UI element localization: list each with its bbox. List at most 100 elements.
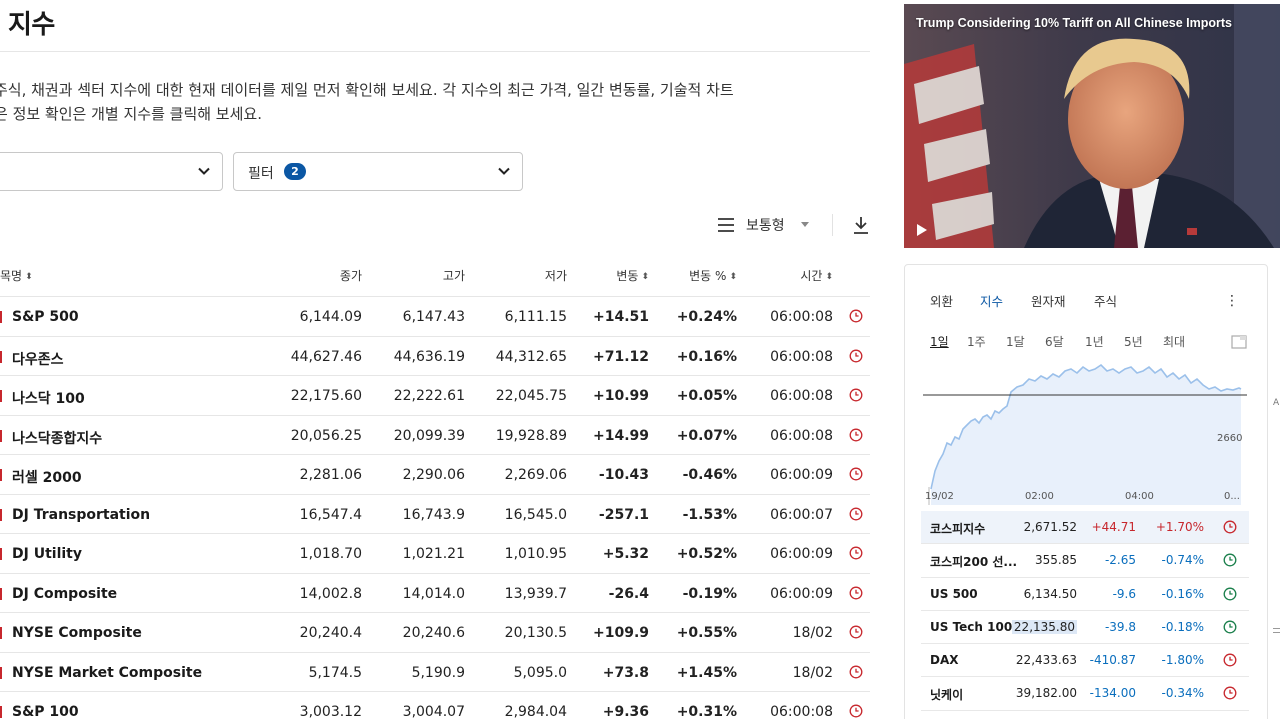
tab-forex[interactable]: 외환 (930, 291, 953, 310)
market-flag-marker (0, 390, 2, 402)
tab-indices[interactable]: 지수 (980, 291, 1003, 310)
edge-label: A (1273, 398, 1280, 408)
widget-index-name[interactable]: 코스피지수 (930, 520, 985, 537)
caret-down-icon (801, 222, 809, 227)
table-row[interactable]: S&P 100 3,003.12 3,004.07 2,984.04 +9.36 +0.3… (0, 692, 870, 719)
tab-stocks[interactable]: 주식 (1094, 291, 1117, 310)
widget-index-value: 355.85 (1035, 553, 1077, 568)
low-value: 44,312.65 (495, 348, 567, 365)
video-title[interactable]: Trump Considering 10% Tariff on All Chin… (916, 16, 1232, 30)
play-icon[interactable] (916, 223, 928, 237)
widget-index-row[interactable]: 코스피지수 2,671.52 +44.71 +1.70% (921, 511, 1249, 545)
low-value: 2,269.06 (504, 467, 567, 483)
widget-index-row[interactable]: US Tech 100 22,135.80 -39.8 -0.18% (921, 611, 1249, 645)
clock-icon (849, 388, 863, 402)
clock-icon (849, 546, 863, 560)
table-row[interactable]: 나스닥종합지수 20,056.25 20,099.39 19,928.89 +14.99… (0, 416, 870, 455)
high-value: 2,290.06 (402, 467, 465, 483)
close-value: 16,547.4 (299, 506, 362, 523)
more-options-icon[interactable]: ⋮ (1225, 293, 1239, 309)
index-name[interactable]: NYSE Market Composite (12, 665, 202, 681)
low-value: 20,130.5 (504, 625, 567, 641)
low-value: 5,095.0 (513, 664, 567, 681)
change-value: +71.12 (592, 348, 649, 365)
clock-icon (1223, 620, 1237, 634)
index-name[interactable]: 다우존스 (12, 349, 64, 369)
index-name[interactable]: S&P 100 (12, 704, 79, 719)
index-name[interactable]: DJ Composite (12, 586, 117, 602)
widget-index-row[interactable]: 닛케이 39,182.00 -134.00 -0.34% (921, 677, 1249, 711)
range-max[interactable]: 최대 (1163, 333, 1185, 350)
widget-index-row[interactable]: DAX 22,433.63 -410.87 -1.80% (921, 644, 1249, 678)
category-dropdown[interactable] (0, 152, 223, 191)
table-row[interactable]: DJ Composite 14,002.8 14,014.0 13,939.7 -26.… (0, 574, 870, 613)
range-1d[interactable]: 1일 (930, 333, 949, 350)
market-flag-marker (0, 548, 2, 560)
high-value: 5,190.9 (411, 664, 465, 681)
close-value: 14,002.8 (299, 585, 362, 602)
change-value: +109.9 (592, 625, 649, 641)
table-row[interactable]: NYSE Composite 20,240.4 20,240.6 20,130.5 +1… (0, 613, 870, 653)
index-name[interactable]: DJ Utility (12, 546, 82, 562)
time-value: 06:00:09 (770, 467, 833, 483)
high-value: 1,021.21 (402, 546, 465, 562)
video-player[interactable]: Trump Considering 10% Tariff on All Chin… (904, 4, 1280, 248)
index-name[interactable]: DJ Transportation (12, 507, 150, 523)
range-1w[interactable]: 1주 (967, 333, 986, 350)
range-6m[interactable]: 6달 (1045, 333, 1064, 350)
time-value: 06:00:08 (770, 309, 833, 325)
expand-chart-icon[interactable] (1231, 335, 1247, 349)
widget-index-name[interactable]: DAX (930, 653, 959, 667)
change-value: +5.32 (602, 546, 649, 562)
change-pct-value: -0.46% (682, 467, 737, 483)
scroll-handle-icon[interactable] (1273, 628, 1280, 633)
filter-dropdown[interactable]: 필터 2 (233, 152, 523, 191)
table-row[interactable]: 나스닥 100 22,175.60 22,222.61 22,045.75 +10.99… (0, 376, 870, 416)
header-high: 고가 (442, 269, 465, 283)
range-5y[interactable]: 5년 (1124, 333, 1143, 350)
view-mode-selector[interactable]: 보통형 (717, 214, 813, 236)
widget-index-name[interactable]: US 500 (930, 587, 978, 601)
tab-commodities[interactable]: 원자재 (1031, 291, 1066, 310)
widget-index-row[interactable]: US 500 6,134.50 -9.6 -0.16% (921, 578, 1249, 611)
close-value: 5,174.5 (308, 664, 362, 681)
indices-table: 목명 ⬍ 종가 고가 저가 변동 ⬍ 변동 % ⬍ 시간 ⬍ S&P 500 6,144.… (0, 254, 870, 719)
table-row[interactable]: 다우존스 44,627.46 44,636.19 44,312.65 +71.12 +0.… (0, 337, 870, 376)
clock-icon (1223, 587, 1237, 601)
widget-index-list: 코스피지수 2,671.52 +44.71 +1.70% 코스피200 선... 355.… (921, 511, 1249, 711)
page-title: 지수 (8, 10, 55, 40)
widget-change-pct: -0.18% (1161, 619, 1204, 634)
widget-index-value: 2,671.52 (1023, 520, 1077, 534)
table-row[interactable]: 러셀 2000 2,281.06 2,290.06 2,269.06 -10.43 -0.… (0, 455, 870, 495)
clock-icon (849, 665, 863, 678)
time-value: 06:00:08 (770, 427, 833, 444)
range-1y[interactable]: 1년 (1085, 333, 1104, 350)
widget-change-value: -134.00 (1089, 686, 1136, 701)
index-name[interactable]: S&P 500 (12, 309, 79, 325)
header-change-pct[interactable]: 변동 % ⬍ (689, 267, 737, 284)
index-name[interactable]: 나스닥종합지수 (12, 428, 102, 448)
close-value: 20,056.25 (290, 427, 362, 444)
clock-icon (849, 428, 863, 441)
table-row[interactable]: DJ Transportation 16,547.4 16,743.9 16,545.… (0, 495, 870, 534)
time-value: 06:00:08 (770, 704, 833, 719)
market-flag-marker (0, 350, 2, 363)
header-change[interactable]: 변동 ⬍ (616, 267, 649, 284)
clock-icon (849, 625, 863, 639)
header-name[interactable]: 목명 ⬍ (0, 267, 33, 284)
table-row[interactable]: NYSE Market Composite 5,174.5 5,190.9 5,095… (0, 653, 870, 692)
widget-index-row[interactable]: 코스피200 선... 355.85 -2.65 -0.74% (921, 544, 1249, 578)
index-name[interactable]: NYSE Composite (12, 625, 142, 641)
widget-index-name[interactable]: 코스피200 선... (930, 553, 1017, 570)
time-value: 06:00:08 (770, 348, 833, 365)
widget-index-name[interactable]: 닛케이 (930, 686, 963, 703)
table-row[interactable]: DJ Utility 1,018.70 1,021.21 1,010.95 +5.32 +… (0, 534, 870, 574)
download-icon[interactable] (852, 215, 870, 235)
widget-change-value: -39.8 (1104, 619, 1136, 634)
index-name[interactable]: 러셀 2000 (12, 467, 82, 487)
index-name[interactable]: 나스닥 100 (12, 388, 85, 408)
range-1m[interactable]: 1달 (1006, 333, 1025, 350)
header-time[interactable]: 시간 ⬍ (800, 267, 833, 284)
table-row[interactable]: S&P 500 6,144.09 6,147.43 6,111.15 +14.51 +0.… (0, 297, 870, 337)
widget-index-name[interactable]: US Tech 100 (930, 620, 1012, 634)
